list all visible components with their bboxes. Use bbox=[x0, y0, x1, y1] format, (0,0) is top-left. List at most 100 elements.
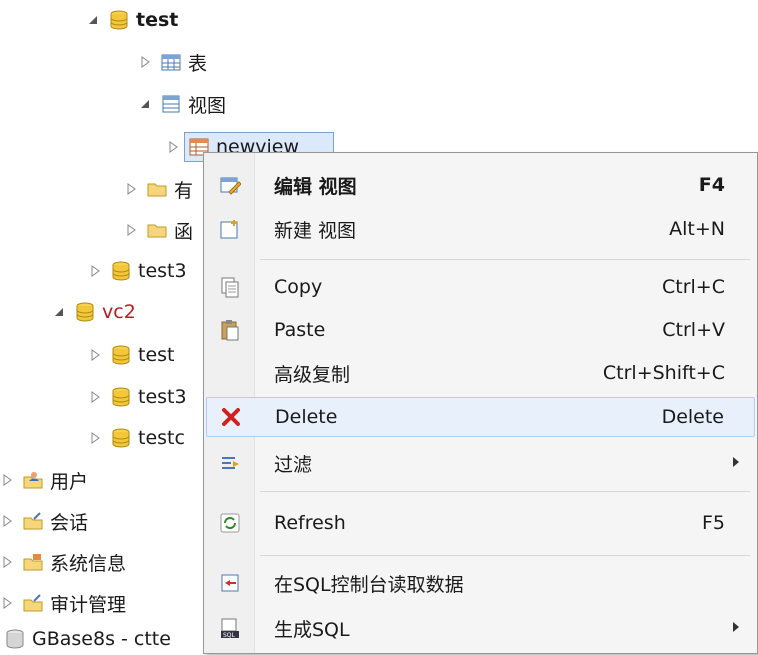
paste-icon bbox=[206, 319, 254, 341]
users-folder-icon bbox=[22, 469, 44, 491]
context-menu: 编辑 视图 F4 新建 视图 Alt+N Copy Ctrl+C Paste C… bbox=[203, 152, 758, 654]
database-icon bbox=[74, 301, 96, 323]
tree-node-label: 表 bbox=[188, 52, 208, 75]
tree-node-label: testc bbox=[138, 427, 185, 449]
folder-icon bbox=[146, 178, 168, 200]
database-icon bbox=[108, 9, 130, 31]
tree-node-label: GBase8s - ctte bbox=[32, 628, 171, 650]
menu-item-label: 高级复制 bbox=[274, 363, 351, 386]
menu-item-label: Paste bbox=[274, 319, 326, 341]
menu-item-advanced-copy[interactable]: 高级复制 Ctrl+Shift+C bbox=[206, 353, 755, 393]
database-connection-icon bbox=[4, 628, 26, 650]
menu-item-shortcut: F5 bbox=[701, 512, 725, 534]
menu-item-label: Copy bbox=[274, 276, 323, 298]
collapse-arrow-icon[interactable] bbox=[88, 431, 102, 445]
tree-node-label: 用户 bbox=[50, 470, 89, 493]
database-icon bbox=[110, 386, 132, 408]
tree-node-vc2[interactable]: vc2 bbox=[52, 296, 136, 328]
expand-icon[interactable] bbox=[138, 97, 152, 111]
submenu-arrow-icon bbox=[733, 622, 739, 632]
menu-item-label: Refresh bbox=[274, 512, 346, 534]
tree-node-label: test bbox=[138, 344, 175, 366]
tables-folder-icon bbox=[160, 51, 182, 73]
menu-item-label: 过滤 bbox=[274, 453, 313, 476]
collapse-arrow-icon[interactable] bbox=[88, 264, 102, 278]
menu-item-generate-sql[interactable]: SQL 生成SQL bbox=[206, 608, 755, 648]
menu-item-shortcut: Ctrl+V bbox=[662, 319, 725, 341]
tree-node-test[interactable]: test bbox=[88, 339, 175, 371]
tree-node-label: 审计管理 bbox=[50, 593, 127, 616]
database-icon bbox=[110, 260, 132, 282]
folder-icon bbox=[146, 219, 168, 241]
delete-icon bbox=[207, 406, 255, 428]
menu-item-shortcut: Ctrl+C bbox=[662, 276, 725, 298]
menu-item-label: 生成SQL bbox=[274, 618, 350, 641]
tree-node-label: test3 bbox=[138, 386, 187, 408]
tree-node-label: 系统信息 bbox=[50, 552, 127, 575]
filter-icon bbox=[206, 452, 254, 474]
tree-node-label: vc2 bbox=[102, 301, 136, 323]
collapse-arrow-icon[interactable] bbox=[88, 390, 102, 404]
tree-node-system-info[interactable]: 系统信息 bbox=[0, 546, 126, 578]
database-icon bbox=[110, 344, 132, 366]
expand-icon[interactable] bbox=[86, 13, 100, 27]
menu-item-copy[interactable]: Copy Ctrl+C bbox=[206, 267, 755, 307]
collapse-arrow-icon[interactable] bbox=[0, 473, 14, 487]
tree-node-test[interactable]: test bbox=[86, 4, 178, 36]
tree-node-label: 视图 bbox=[188, 94, 227, 117]
audit-folder-icon bbox=[22, 592, 44, 614]
system-info-folder-icon bbox=[22, 551, 44, 573]
tree-node-label: 有 bbox=[174, 179, 194, 202]
menu-item-label: 编辑 视图 bbox=[274, 175, 357, 198]
collapse-arrow-icon[interactable] bbox=[138, 55, 152, 69]
sql-console-icon bbox=[206, 572, 254, 594]
menu-item-filter[interactable]: 过滤 bbox=[206, 443, 755, 483]
submenu-arrow-icon bbox=[733, 457, 739, 467]
menu-item-label: Delete bbox=[275, 406, 338, 428]
tree-node-audit[interactable]: 审计管理 bbox=[0, 587, 126, 619]
menu-item-read-sql-console[interactable]: 在SQL控制台读取数据 bbox=[206, 563, 755, 603]
menu-item-label: 在SQL控制台读取数据 bbox=[274, 573, 464, 596]
expand-icon[interactable] bbox=[52, 305, 66, 319]
menu-item-shortcut: Ctrl+Shift+C bbox=[602, 362, 725, 384]
copy-icon bbox=[206, 276, 254, 298]
tree-node-label: test bbox=[136, 9, 179, 31]
svg-text:SQL: SQL bbox=[223, 632, 236, 639]
tree-node-testc[interactable]: testc bbox=[88, 422, 185, 454]
tree-node-users[interactable]: 用户 bbox=[0, 464, 88, 496]
generate-sql-icon: SQL bbox=[206, 617, 254, 639]
collapse-arrow-icon[interactable] bbox=[0, 514, 14, 528]
menu-item-label: 新建 视图 bbox=[274, 219, 357, 242]
tree-node-folder[interactable]: 函 bbox=[124, 214, 193, 246]
tree-node-sessions[interactable]: 会话 bbox=[0, 505, 88, 537]
collapse-arrow-icon[interactable] bbox=[0, 596, 14, 610]
sessions-folder-icon bbox=[22, 510, 44, 532]
menu-item-paste[interactable]: Paste Ctrl+V bbox=[206, 310, 755, 350]
menu-item-new-view[interactable]: 新建 视图 Alt+N bbox=[206, 209, 755, 249]
menu-item-delete[interactable]: Delete Delete bbox=[206, 397, 755, 437]
tree-node-label: 会话 bbox=[50, 511, 89, 534]
collapse-arrow-icon[interactable] bbox=[166, 140, 180, 154]
tree-node-test3[interactable]: test3 bbox=[88, 381, 187, 413]
collapse-arrow-icon[interactable] bbox=[88, 348, 102, 362]
collapse-arrow-icon[interactable] bbox=[124, 223, 138, 237]
tree-node-tables[interactable]: 表 bbox=[138, 46, 207, 78]
menu-separator bbox=[260, 259, 750, 260]
tree-node-views[interactable]: 视图 bbox=[138, 88, 226, 120]
menu-separator bbox=[260, 491, 750, 492]
tree-node-label: 函 bbox=[174, 220, 194, 243]
tree-node-test3[interactable]: test3 bbox=[88, 255, 187, 287]
tree-node-label: test3 bbox=[138, 260, 187, 282]
menu-item-edit-view[interactable]: 编辑 视图 F4 bbox=[206, 165, 755, 205]
menu-item-shortcut: Delete bbox=[661, 406, 724, 428]
new-view-icon bbox=[206, 218, 254, 240]
collapse-arrow-icon[interactable] bbox=[0, 555, 14, 569]
menu-item-shortcut: Alt+N bbox=[669, 218, 725, 240]
refresh-icon bbox=[206, 512, 254, 534]
menu-item-shortcut: F4 bbox=[698, 174, 725, 196]
collapse-arrow-icon[interactable] bbox=[124, 182, 138, 196]
tree-node-connection[interactable]: GBase8s - ctte bbox=[4, 623, 171, 655]
tree-node-folder[interactable]: 有 bbox=[124, 173, 193, 205]
database-icon bbox=[110, 427, 132, 449]
menu-item-refresh[interactable]: Refresh F5 bbox=[206, 503, 755, 543]
